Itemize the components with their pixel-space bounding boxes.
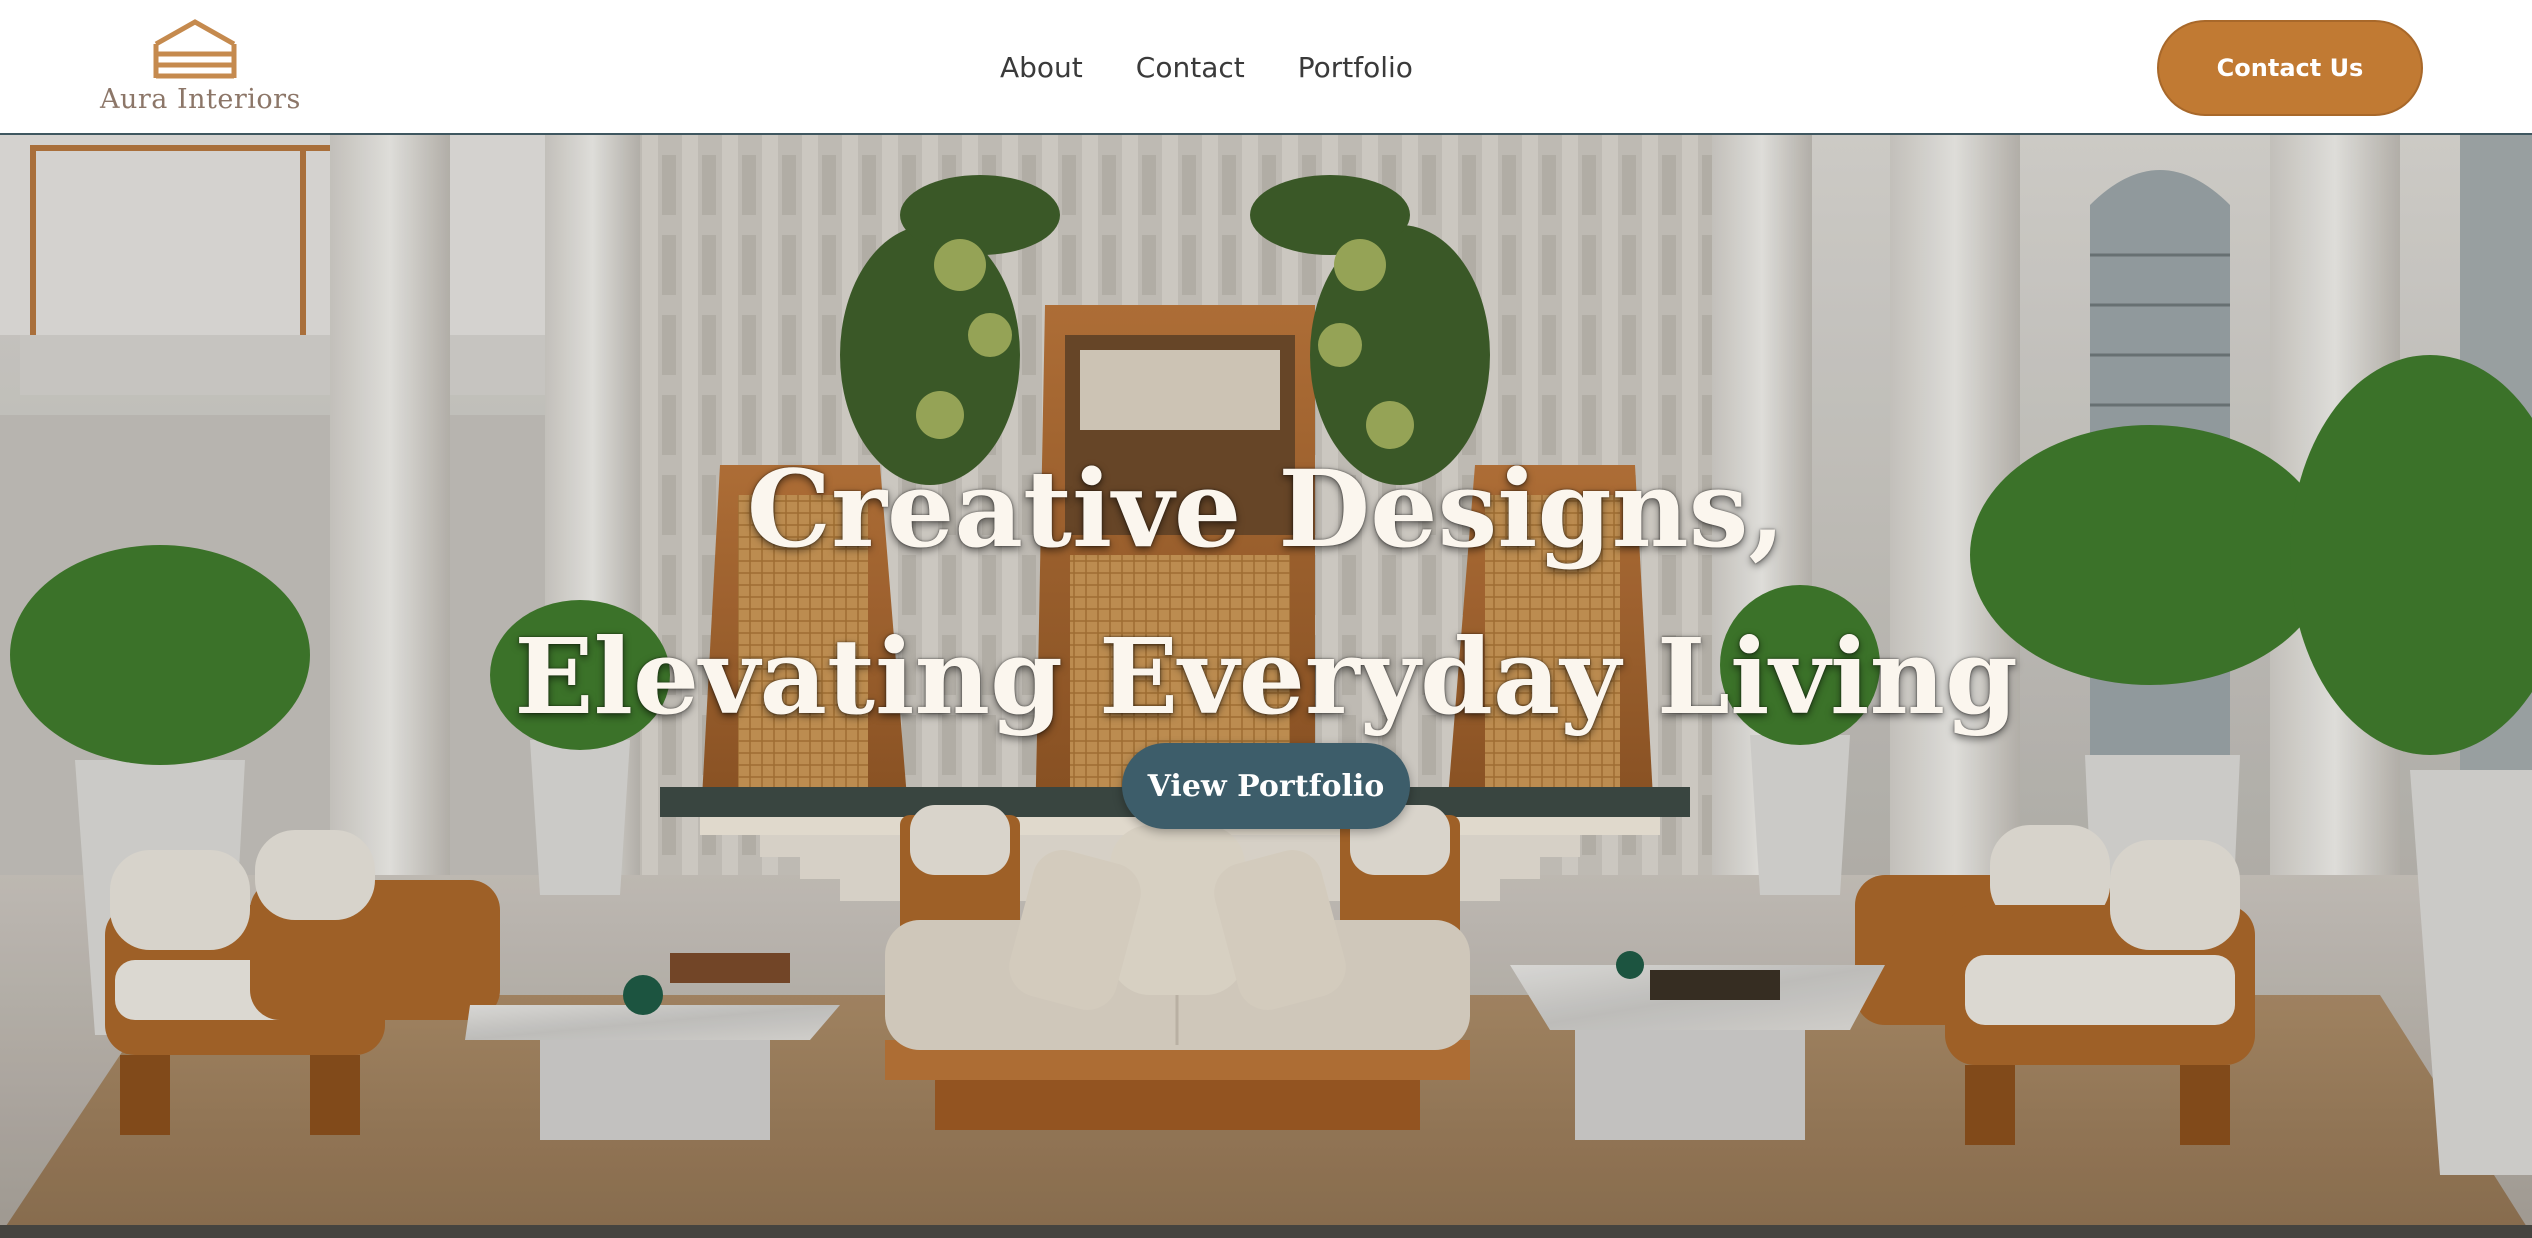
site-header: Aura Interiors About Contact Portfolio C… (0, 0, 2532, 135)
hero-section: Creative Designs, Elevating Everyday Liv… (0, 135, 2532, 1238)
brand-name: Aura Interiors (100, 84, 301, 115)
contact-us-button[interactable]: Contact Us (2157, 20, 2423, 116)
nav-link-contact[interactable]: Contact (1136, 46, 1245, 90)
hero-headline: Creative Designs, Elevating Everyday Liv… (0, 425, 2532, 761)
view-portfolio-button[interactable]: View Portfolio (1122, 743, 1410, 829)
nav-link-about[interactable]: About (1000, 46, 1083, 90)
nav-link-portfolio[interactable]: Portfolio (1298, 46, 1413, 90)
main-nav: About Contact Portfolio (1000, 46, 1413, 90)
hero-title-line-1: Creative Designs, (746, 446, 1786, 571)
brand-logo[interactable]: Aura Interiors (100, 18, 301, 118)
hero-title-line-2: Elevating Everyday Living (514, 615, 2018, 738)
house-roof-icon (153, 19, 237, 79)
